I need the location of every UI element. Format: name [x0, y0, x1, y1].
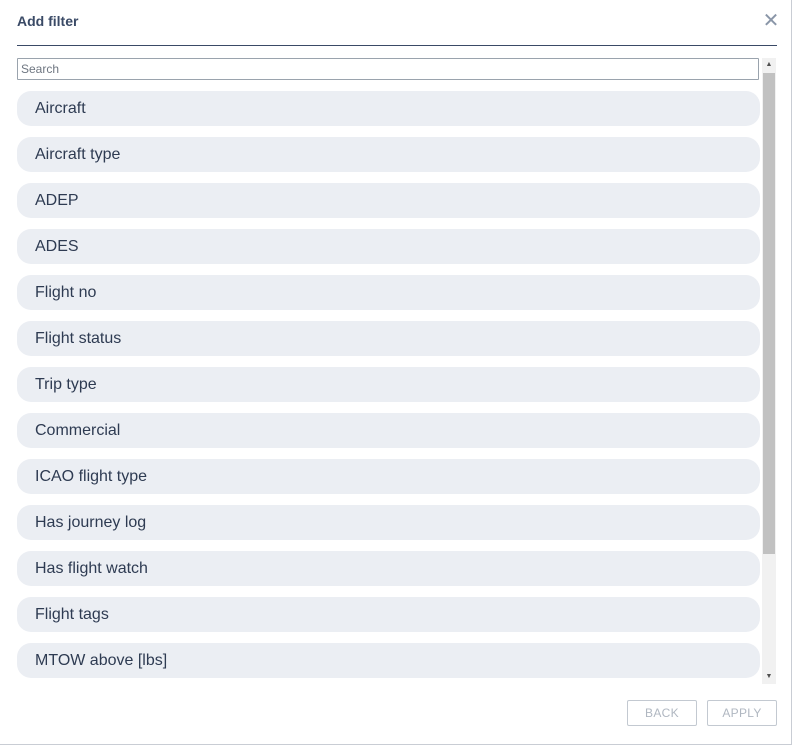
- filter-item-flight-tags[interactable]: Flight tags: [17, 597, 760, 632]
- filter-item-icao-flight-type[interactable]: ICAO flight type: [17, 459, 760, 494]
- filter-item-flight-status[interactable]: Flight status: [17, 321, 760, 356]
- filter-list: Aircraft Aircraft type ADEP ADES Flight …: [17, 91, 760, 682]
- title-divider: [17, 45, 777, 46]
- filter-item-has-flight-watch[interactable]: Has flight watch: [17, 551, 760, 586]
- scrollbar-thumb[interactable]: [763, 73, 775, 554]
- filter-item-trip-type[interactable]: Trip type: [17, 367, 760, 402]
- close-icon[interactable]: ✕: [762, 11, 780, 31]
- apply-button[interactable]: APPLY: [707, 700, 777, 726]
- dialog-title: Add filter: [17, 13, 79, 29]
- filter-item-adep[interactable]: ADEP: [17, 183, 760, 218]
- scroll-up-arrow-icon[interactable]: ▲: [762, 58, 776, 72]
- add-filter-dialog: Add filter ✕ Aircraft Aircraft type ADEP…: [0, 0, 792, 745]
- filter-item-mtow-above[interactable]: MTOW above [lbs]: [17, 643, 760, 678]
- filter-item-aircraft-type[interactable]: Aircraft type: [17, 137, 760, 172]
- back-button[interactable]: BACK: [627, 700, 697, 726]
- scroll-down-arrow-icon[interactable]: ▼: [762, 670, 776, 684]
- filter-item-ades[interactable]: ADES: [17, 229, 760, 264]
- list-scrollbar[interactable]: ▲ ▼: [762, 58, 776, 684]
- filter-item-aircraft[interactable]: Aircraft: [17, 91, 760, 126]
- search-input[interactable]: [17, 58, 759, 80]
- filter-item-commercial[interactable]: Commercial: [17, 413, 760, 448]
- filter-item-has-journey-log[interactable]: Has journey log: [17, 505, 760, 540]
- filter-item-flight-no[interactable]: Flight no: [17, 275, 760, 310]
